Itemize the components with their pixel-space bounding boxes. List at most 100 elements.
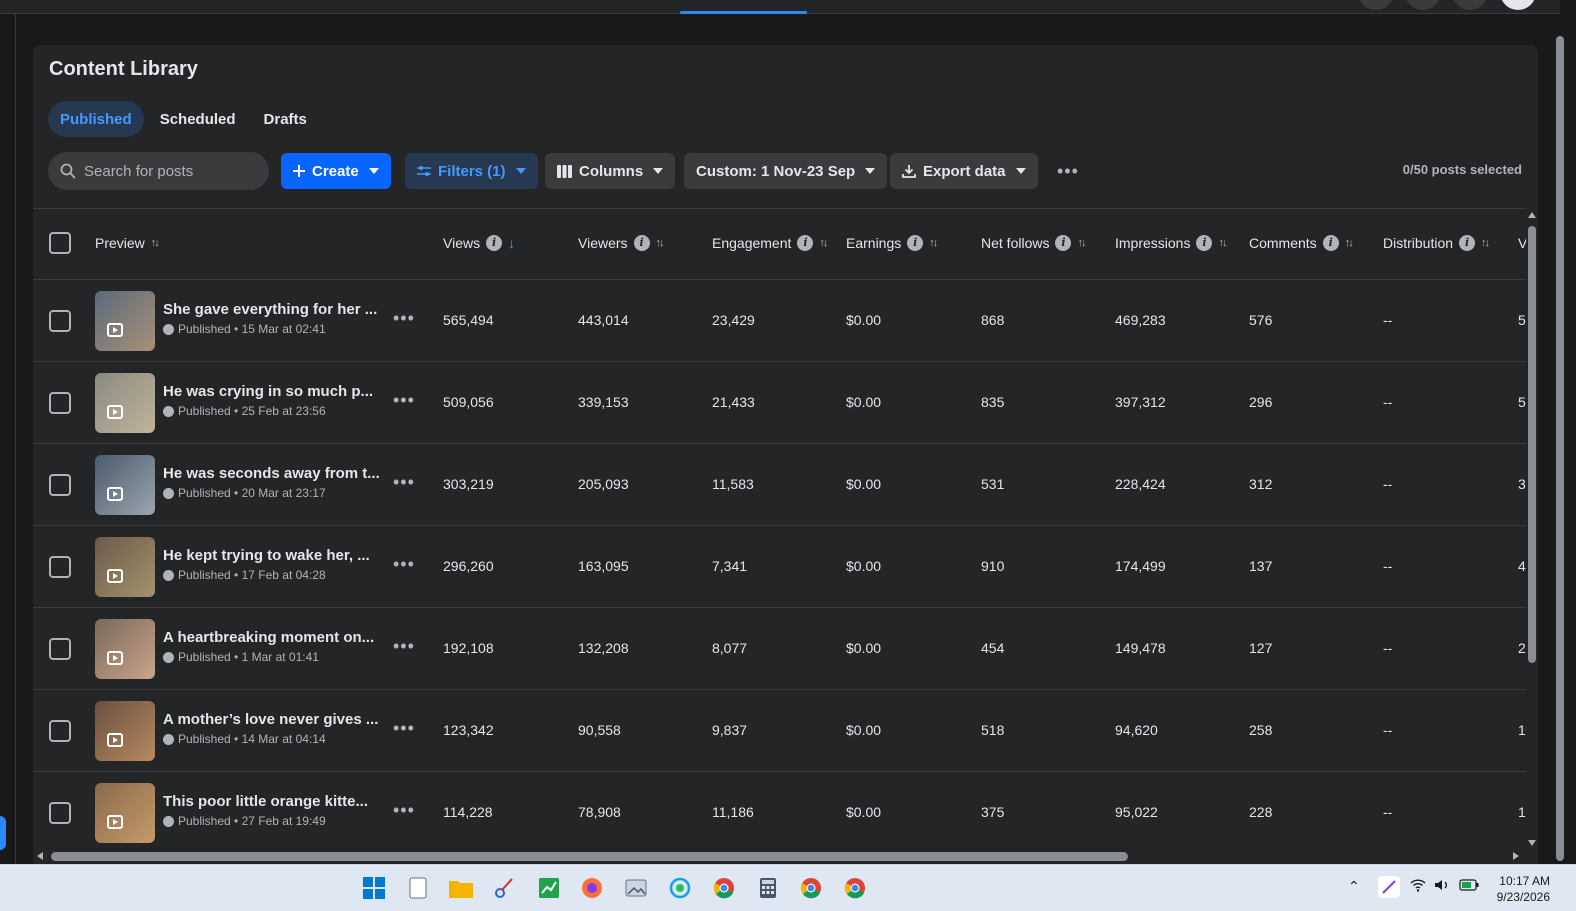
post-thumbnail[interactable] (95, 701, 155, 761)
chrome-icon[interactable] (799, 876, 823, 900)
post-thumbnail[interactable] (95, 537, 155, 597)
header-earnings[interactable]: Earnings i ↑↓ (846, 235, 938, 251)
row-checkbox[interactable] (49, 720, 71, 742)
export-data-button[interactable]: Export data (890, 153, 1038, 189)
info-icon[interactable]: i (1459, 235, 1476, 251)
header-views[interactable]: Views i ↓ (443, 235, 515, 251)
info-icon[interactable]: i (486, 235, 503, 251)
row-checkbox[interactable] (49, 392, 71, 414)
table-row[interactable]: He was crying in so much p... Published •… (33, 361, 1526, 443)
wifi-icon[interactable] (1410, 878, 1426, 895)
post-title[interactable]: A heartbreaking moment on... (163, 629, 374, 646)
info-icon[interactable]: i (633, 235, 650, 251)
row-more-options-icon[interactable]: ••• (393, 390, 415, 411)
photos-app-icon[interactable] (624, 876, 648, 900)
table-row[interactable]: She gave everything for her ... Published… (33, 279, 1526, 361)
show-hidden-icons-chevron-icon[interactable]: ⌃ (1348, 878, 1360, 895)
search-input[interactable] (84, 162, 254, 180)
nav-circle-button[interactable] (1452, 0, 1488, 10)
volume-icon[interactable] (1434, 878, 1450, 895)
header-net-follows[interactable]: Net follows i ↑↓ (981, 235, 1086, 251)
post-thumbnail[interactable] (95, 783, 155, 843)
row-more-options-icon[interactable]: ••• (393, 472, 415, 493)
page-scroll-thumb[interactable] (1556, 36, 1564, 861)
search-box[interactable] (48, 152, 269, 190)
row-checkbox[interactable] (49, 474, 71, 496)
row-more-options-icon[interactable]: ••• (393, 800, 415, 821)
info-icon[interactable]: i (797, 235, 814, 251)
post-title[interactable]: A mother’s love never gives ... (163, 711, 378, 728)
filters-button[interactable]: Filters (1) (405, 153, 538, 189)
row-checkbox[interactable] (49, 638, 71, 660)
active-nav-indicator (680, 11, 807, 14)
notepad-icon[interactable] (406, 876, 430, 900)
post-thumbnail[interactable] (95, 291, 155, 351)
copilot-icon[interactable] (668, 876, 692, 900)
chrome-icon[interactable] (843, 876, 867, 900)
firefox-icon[interactable] (580, 876, 604, 900)
file-explorer-icon[interactable] (449, 876, 473, 900)
post-thumbnail[interactable] (95, 455, 155, 515)
scroll-thumb[interactable] (51, 852, 1128, 861)
reel-icon (107, 733, 123, 747)
header-engagement[interactable]: Engagement i ↑↓ (712, 235, 828, 251)
table-row[interactable]: This poor little orange kitte... Publishe… (33, 771, 1526, 848)
avatar[interactable] (1500, 0, 1536, 10)
header-overflow[interactable]: V (1518, 235, 1526, 251)
table-row[interactable]: A mother’s love never gives ... Published… (33, 689, 1526, 771)
select-all-checkbox[interactable] (49, 232, 71, 254)
row-more-options-icon[interactable]: ••• (393, 636, 415, 657)
more-options-icon[interactable]: ••• (1057, 161, 1079, 182)
post-title[interactable]: He was crying in so much p... (163, 383, 373, 400)
post-title[interactable]: This poor little orange kitte... (163, 793, 368, 810)
tab-published[interactable]: Published (48, 101, 144, 137)
columns-button[interactable]: Columns (545, 153, 676, 189)
scroll-left-arrow[interactable] (37, 852, 43, 860)
post-thumbnail[interactable] (95, 373, 155, 433)
row-checkbox[interactable] (49, 556, 71, 578)
table-row[interactable]: A heartbreaking moment on... Published • … (33, 607, 1526, 689)
header-viewers[interactable]: Viewers i ↑↓ (578, 235, 665, 251)
info-icon[interactable]: i (1196, 235, 1213, 251)
battery-icon[interactable] (1459, 878, 1479, 894)
date-range-button[interactable]: Custom: 1 Nov-23 Sep (684, 153, 888, 189)
header-distribution[interactable]: Distribution i ↑↓ (1383, 235, 1490, 251)
calculator-icon[interactable] (756, 876, 780, 900)
scroll-thumb[interactable] (1528, 226, 1536, 663)
header-preview[interactable]: Preview ↑↓ (95, 235, 160, 251)
nav-circle-button[interactable] (1405, 0, 1441, 10)
table-horizontal-scrollbar[interactable] (33, 850, 1523, 863)
tab-drafts[interactable]: Drafts (252, 101, 319, 137)
scroll-up-arrow[interactable] (1528, 212, 1536, 218)
row-more-options-icon[interactable]: ••• (393, 718, 415, 739)
toolbar: Create Filters (1) Columns Custom: 1 Nov… (48, 152, 1523, 190)
chrome-icon[interactable] (712, 876, 736, 900)
post-title[interactable]: She gave everything for her ... (163, 301, 377, 318)
info-icon[interactable]: i (907, 235, 924, 251)
nav-circle-button[interactable] (1358, 0, 1394, 10)
info-icon[interactable]: i (1055, 235, 1072, 251)
table-vertical-scrollbar[interactable] (1526, 208, 1538, 848)
info-icon[interactable]: i (1322, 235, 1339, 251)
create-button[interactable]: Create (281, 153, 391, 189)
table-row[interactable]: He was seconds away from t... Published •… (33, 443, 1526, 525)
row-checkbox[interactable] (49, 802, 71, 824)
tab-scheduled[interactable]: Scheduled (148, 101, 248, 137)
header-comments[interactable]: Comments i ↑↓ (1249, 235, 1354, 251)
windows-start-icon[interactable] (362, 876, 386, 900)
scroll-right-arrow[interactable] (1513, 852, 1519, 860)
row-more-options-icon[interactable]: ••• (393, 554, 415, 575)
taskbar-clock[interactable]: 10:17 AM 9/23/2026 (1497, 873, 1550, 905)
table-row[interactable]: He kept trying to wake her, ... Published… (33, 525, 1526, 607)
post-title[interactable]: He kept trying to wake her, ... (163, 547, 370, 564)
page-scrollbar[interactable] (1552, 14, 1568, 864)
scroll-down-arrow[interactable] (1528, 840, 1536, 846)
snipping-tool-icon[interactable] (493, 876, 517, 900)
post-thumbnail[interactable] (95, 619, 155, 679)
header-impressions[interactable]: Impressions i ↑↓ (1115, 235, 1227, 251)
post-title[interactable]: He was seconds away from t... (163, 465, 380, 482)
pen-tray-icon[interactable] (1378, 876, 1400, 898)
row-checkbox[interactable] (49, 310, 71, 332)
chart-app-icon[interactable] (537, 876, 561, 900)
row-more-options-icon[interactable]: ••• (393, 308, 415, 329)
